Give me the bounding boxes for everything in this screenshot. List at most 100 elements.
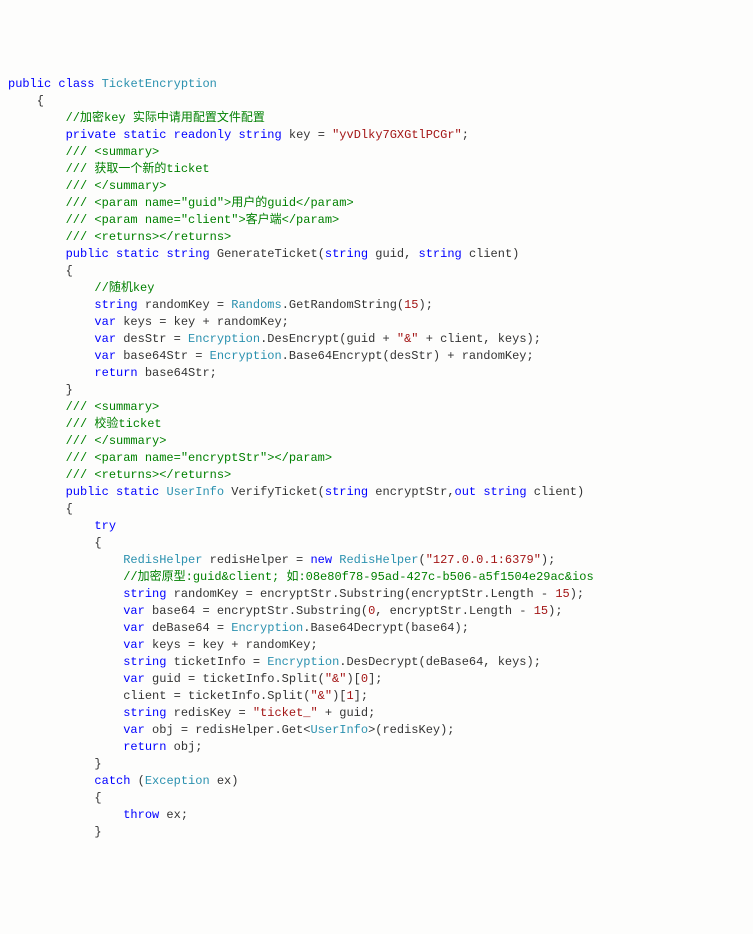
token-id: guid = ticketInfo.Split( xyxy=(145,672,325,686)
token-id xyxy=(109,247,116,261)
token-cmt: /// 校验ticket xyxy=(66,417,162,431)
token-id xyxy=(8,417,66,431)
token-id: .DesEncrypt(guid + xyxy=(260,332,397,346)
code-line: /// <returns></returns> xyxy=(8,467,753,484)
token-id: + client, keys); xyxy=(419,332,541,346)
token-type: UserInfo xyxy=(166,485,224,499)
token-kw: string xyxy=(94,298,137,312)
token-kw: string xyxy=(123,655,166,669)
token-id xyxy=(8,468,66,482)
token-kw: var xyxy=(123,672,145,686)
code-line: /// <param name="guid">用户的guid</param> xyxy=(8,195,753,212)
token-cmt: //随机key xyxy=(94,281,154,295)
token-cmt: /// </summary> xyxy=(66,434,167,448)
token-id xyxy=(8,230,66,244)
token-str: "127.0.0.1:6379" xyxy=(426,553,541,567)
token-id: ex) xyxy=(210,774,239,788)
token-kw: string xyxy=(123,706,166,720)
code-line: /// <summary> xyxy=(8,399,753,416)
token-id: randomKey = encryptStr.Substring(encrypt… xyxy=(166,587,555,601)
code-line: var guid = ticketInfo.Split("&")[0]; xyxy=(8,671,753,688)
token-id xyxy=(8,434,66,448)
token-str: "&" xyxy=(325,672,347,686)
token-str: 0 xyxy=(361,672,368,686)
token-kw: var xyxy=(94,315,116,329)
code-line: { xyxy=(8,501,753,518)
code-line: return base64Str; xyxy=(8,365,753,382)
token-cmt: /// <summary> xyxy=(66,145,160,159)
token-id: { xyxy=(8,791,102,805)
token-id xyxy=(8,604,123,618)
token-id xyxy=(8,655,123,669)
token-id: } xyxy=(8,383,73,397)
token-id xyxy=(8,298,94,312)
code-line: string randomKey = Randoms.GetRandomStri… xyxy=(8,297,753,314)
token-kw: public xyxy=(8,77,51,91)
code-line: string ticketInfo = Encryption.DesDecryp… xyxy=(8,654,753,671)
token-kw: public xyxy=(66,247,109,261)
token-id: ); xyxy=(548,604,562,618)
token-id: , encryptStr.Length - xyxy=(375,604,533,618)
token-id: ); xyxy=(570,587,584,601)
token-cmt: /// <param name="client">客户端</param> xyxy=(66,213,340,227)
token-kw: var xyxy=(94,332,116,346)
code-line: //随机key xyxy=(8,280,753,297)
token-id xyxy=(8,366,94,380)
token-id xyxy=(8,740,123,754)
token-id xyxy=(109,485,116,499)
token-str: "ticket_" xyxy=(253,706,318,720)
token-type: Encryption xyxy=(231,621,303,635)
token-kw: new xyxy=(310,553,332,567)
code-line: /// </summary> xyxy=(8,178,753,195)
token-id: ); xyxy=(541,553,555,567)
token-id xyxy=(8,332,94,346)
token-kw: string xyxy=(325,485,368,499)
token-id: ( xyxy=(130,774,144,788)
token-id xyxy=(8,638,123,652)
token-type: Randoms xyxy=(231,298,281,312)
code-line: /// <param name="client">客户端</param> xyxy=(8,212,753,229)
token-id xyxy=(8,162,66,176)
token-id: keys = key + randomKey; xyxy=(116,315,289,329)
token-kw: static xyxy=(116,485,159,499)
code-line: /// <summary> xyxy=(8,144,753,161)
token-id: ( xyxy=(419,553,426,567)
token-id xyxy=(8,519,94,533)
token-kw: string xyxy=(166,247,209,261)
code-line: RedisHelper redisHelper = new RedisHelpe… xyxy=(8,552,753,569)
token-id xyxy=(8,587,123,601)
code-line: //加密key 实际中请用配置文件配置 xyxy=(8,110,753,127)
token-id: client) xyxy=(527,485,585,499)
token-id: { xyxy=(8,94,44,108)
token-id xyxy=(8,485,66,499)
token-id xyxy=(8,400,66,414)
token-id: obj; xyxy=(166,740,202,754)
token-id: } xyxy=(8,825,102,839)
token-kw: static xyxy=(116,247,159,261)
token-kw: catch xyxy=(94,774,130,788)
token-id xyxy=(8,315,94,329)
code-line: public static string GenerateTicket(stri… xyxy=(8,246,753,263)
token-id: desStr = xyxy=(116,332,188,346)
token-id: )[ xyxy=(346,672,360,686)
code-line: /// <returns></returns> xyxy=(8,229,753,246)
token-id: ]; xyxy=(368,672,382,686)
token-kw: var xyxy=(123,621,145,635)
token-kw: var xyxy=(123,604,145,618)
token-cmt: /// <param name="encryptStr"></param> xyxy=(66,451,332,465)
code-line: var keys = key + randomKey; xyxy=(8,314,753,331)
token-id: VerifyTicket( xyxy=(224,485,325,499)
token-kw: string xyxy=(238,128,281,142)
token-id: keys = key + randomKey; xyxy=(145,638,318,652)
code-line: { xyxy=(8,535,753,552)
token-id xyxy=(8,281,94,295)
token-id: .DesDecrypt(deBase64, keys); xyxy=(339,655,541,669)
token-type: Encryption xyxy=(210,349,282,363)
token-type: Exception xyxy=(145,774,210,788)
token-id: ex; xyxy=(159,808,188,822)
token-kw: readonly xyxy=(174,128,232,142)
code-line: var deBase64 = Encryption.Base64Decrypt(… xyxy=(8,620,753,637)
code-line: var base64Str = Encryption.Base64Encrypt… xyxy=(8,348,753,365)
token-id: .Base64Decrypt(base64); xyxy=(303,621,469,635)
token-id: deBase64 = xyxy=(145,621,231,635)
